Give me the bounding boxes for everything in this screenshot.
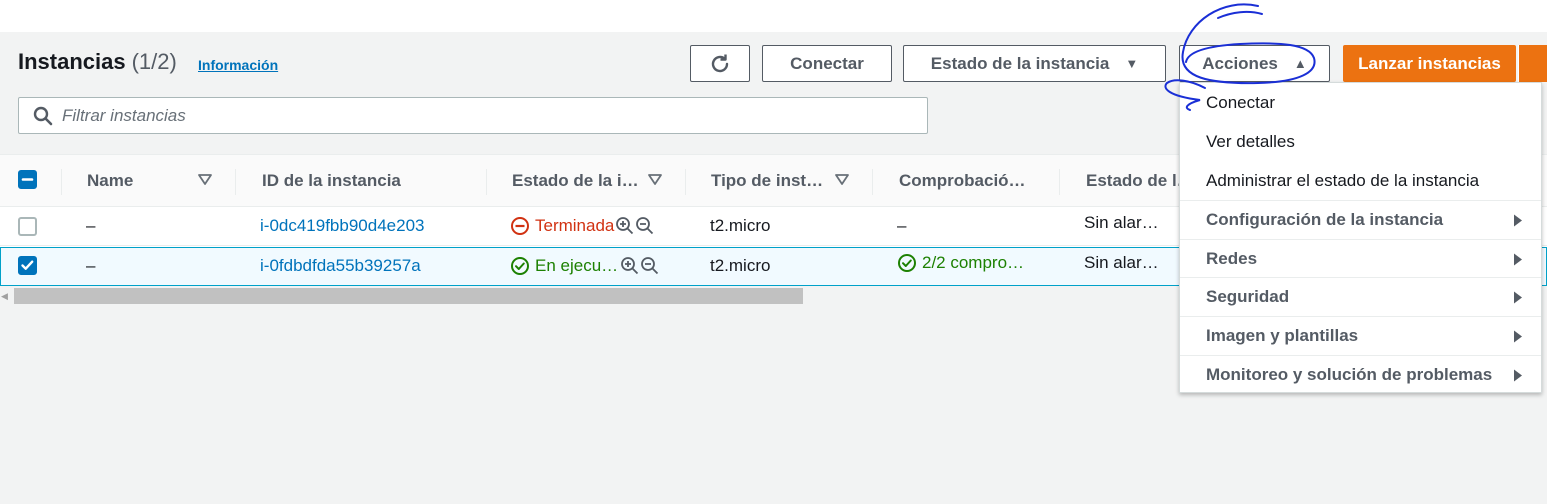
scrollbar-thumb[interactable] — [14, 288, 803, 304]
column-divider — [1059, 169, 1060, 195]
column-divider — [61, 169, 62, 195]
menu-item-label: Ver detalles — [1206, 131, 1295, 151]
cell-alarm-state: Sin alar… — [1084, 253, 1159, 272]
cell-name: – — [86, 216, 96, 235]
menu-item-label: Imagen y plantillas — [1206, 326, 1359, 345]
caret-right-icon — [1514, 291, 1522, 304]
cell-instance-type: t2.micro — [710, 256, 771, 275]
zoom-out-icon[interactable] — [640, 256, 660, 276]
page-title-label: Instancias — [18, 49, 126, 74]
instance-state-button[interactable]: Estado de la instancia ▼ — [903, 45, 1166, 82]
column-header-status-check[interactable]: Comprobació… — [899, 171, 1026, 191]
caret-down-icon: ▼ — [1125, 56, 1139, 71]
zoom-in-icon[interactable] — [620, 256, 640, 276]
row-checkbox[interactable] — [18, 256, 37, 275]
caret-right-icon — [1514, 214, 1522, 227]
sort-down-icon[interactable] — [647, 172, 663, 188]
state-label: Terminada — [535, 216, 615, 235]
menu-item-label: Redes — [1206, 249, 1258, 268]
actions-label: Acciones — [1202, 53, 1278, 73]
top-strip — [0, 0, 1547, 32]
column-divider — [486, 169, 487, 195]
menu-item-label: Conectar — [1206, 92, 1275, 112]
connect-button[interactable]: Conectar — [762, 45, 892, 82]
launch-instances-button[interactable]: Lanzar instancias — [1343, 45, 1516, 82]
cell-instance-type: t2.micro — [710, 216, 771, 235]
column-header-alarm-state[interactable]: Estado de l… — [1086, 171, 1194, 191]
refresh-icon — [711, 54, 729, 72]
sort-down-icon[interactable] — [834, 172, 850, 188]
caret-right-icon — [1514, 253, 1522, 266]
scroll-left-icon[interactable]: ◀ — [1, 291, 8, 302]
menu-item-label: Administrar el estado de la instancia — [1206, 170, 1480, 190]
caret-right-icon — [1514, 330, 1522, 343]
cell-status-check: – — [897, 216, 907, 235]
search-icon — [33, 106, 53, 126]
column-header-instance-type[interactable]: Tipo de inst… — [711, 171, 823, 191]
check-circle-icon — [511, 257, 529, 275]
row-checkbox[interactable] — [18, 217, 37, 236]
instance-state-label: Estado de la instancia — [930, 53, 1110, 73]
caret-right-icon — [1514, 369, 1522, 382]
menu-item-manage-state[interactable]: Administrar el estado de la instancia — [1180, 161, 1541, 200]
checkmark-icon — [21, 260, 34, 270]
cell-instance-state: Terminada — [510, 216, 655, 236]
column-divider — [685, 169, 686, 195]
menu-item-view-details[interactable]: Ver detalles — [1180, 122, 1541, 161]
sort-down-icon[interactable] — [197, 172, 213, 188]
indeterminate-icon — [21, 178, 34, 181]
column-divider — [235, 169, 236, 195]
refresh-button[interactable] — [690, 45, 750, 82]
actions-button[interactable]: Acciones ▲ — [1179, 45, 1330, 82]
menu-item-instance-settings[interactable]: Configuración de la instancia — [1180, 200, 1541, 239]
cell-instance-state: En ejecu… — [510, 256, 660, 276]
menu-item-connect[interactable]: Conectar — [1180, 83, 1541, 122]
info-link[interactable]: Información — [198, 57, 278, 73]
stop-circle-icon — [511, 217, 529, 235]
zoom-out-icon[interactable] — [635, 216, 655, 236]
select-all-checkbox[interactable] — [18, 170, 37, 189]
menu-item-label: Monitoreo y solución de problemas — [1206, 365, 1493, 384]
actions-dropdown-menu: Conectar Ver detalles Administrar el est… — [1179, 82, 1542, 393]
selection-count: (1/2) — [131, 49, 177, 74]
menu-item-security[interactable]: Seguridad — [1180, 277, 1541, 316]
menu-item-label: Seguridad — [1206, 287, 1290, 306]
state-label: En ejecu… — [535, 256, 619, 275]
column-divider — [872, 169, 873, 195]
search-box — [18, 97, 928, 134]
launch-dropdown-button[interactable] — [1518, 45, 1547, 82]
caret-up-icon: ▲ — [1293, 56, 1307, 71]
page-title: Instancias (1/2) — [18, 49, 177, 75]
search-input[interactable] — [62, 98, 912, 133]
menu-item-label: Configuración de la instancia — [1206, 210, 1444, 229]
menu-item-monitor-troubleshoot[interactable]: Monitoreo y solución de problemas — [1180, 355, 1541, 394]
column-header-instance-id[interactable]: ID de la instancia — [262, 171, 401, 191]
horizontal-scrollbar[interactable]: ◀ — [0, 287, 1180, 306]
cell-instance-id[interactable]: i-0dc419fbb90d4e203 — [260, 216, 424, 236]
zoom-in-icon[interactable] — [615, 216, 635, 236]
status-check-label: 2/2 compro… — [922, 253, 1025, 272]
cell-instance-id[interactable]: i-0fdbdfda55b39257a — [260, 256, 421, 276]
menu-item-image-templates[interactable]: Imagen y plantillas — [1180, 316, 1541, 355]
menu-item-networking[interactable]: Redes — [1180, 239, 1541, 278]
cell-status-check: 2/2 compro… — [897, 253, 1024, 273]
check-circle-icon — [898, 254, 916, 272]
column-header-name[interactable]: Name — [87, 171, 133, 191]
cell-alarm-state: Sin alar… — [1084, 213, 1159, 232]
cell-name: – — [86, 256, 96, 275]
column-header-instance-state[interactable]: Estado de la i… — [512, 171, 639, 191]
